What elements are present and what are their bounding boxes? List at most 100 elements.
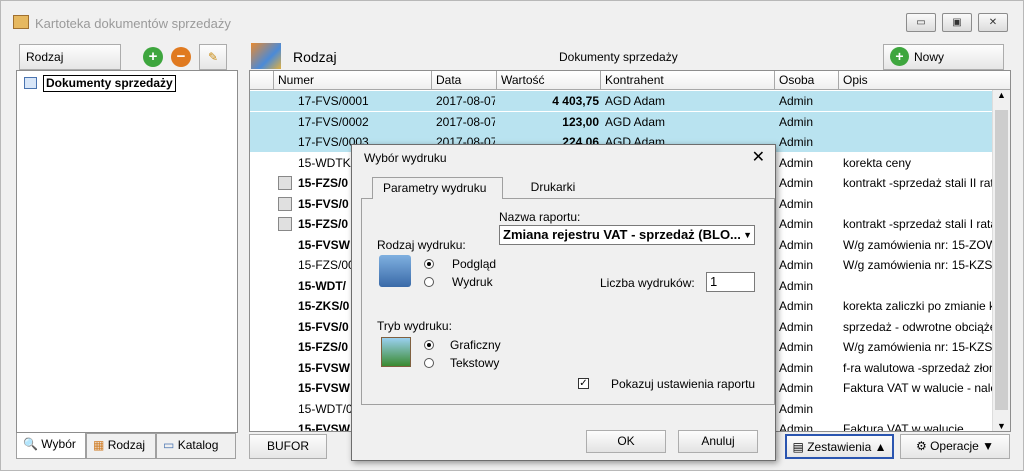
print-dialog: Wybór wydruku ✕ Parametry wydruku Drukar… <box>351 144 776 461</box>
header-title: Rodzaj <box>293 49 337 65</box>
document-status-icon <box>278 196 292 211</box>
show-settings-label[interactable]: Pokazuj ustawienia raportu <box>611 377 755 391</box>
cell-opis: sprzedaż - odwrotne obciążen <box>843 319 1004 334</box>
chevron-down-icon[interactable]: ▼ <box>743 226 752 244</box>
cell-opis: W/g zamówienia nr: 15-KZS/ <box>843 258 996 272</box>
wydruk-label[interactable]: Wydruk <box>452 275 493 289</box>
cell-opis: Faktura VAT w walucie <box>843 422 964 432</box>
cell-osoba: Admin <box>779 94 814 108</box>
cell-osoba: Admin <box>779 278 814 293</box>
close-button[interactable]: ✕ <box>978 13 1008 32</box>
cell-opis: W/g zamówienia nr: 15-ZOW <box>843 237 998 252</box>
zestawienia-button[interactable]: ▤ Zestawienia ▲ <box>785 434 894 459</box>
cell-osoba: Admin <box>779 422 814 432</box>
cell-osoba: Admin <box>779 299 814 313</box>
radio-graficzny[interactable] <box>424 340 434 350</box>
col-wartosc[interactable]: Wartość <box>497 71 601 90</box>
cell-data: 2017-08-07 <box>436 114 495 129</box>
tekstowy-label[interactable]: Tekstowy <box>450 356 499 370</box>
cell-kontrahent: AGD Adam <box>605 94 666 108</box>
cell-osoba: Admin <box>779 319 814 334</box>
cell-osoba: Admin <box>779 237 814 252</box>
col-numer[interactable]: Numer <box>274 71 432 90</box>
cell-osoba: Admin <box>779 401 814 416</box>
header-subtitle: Dokumenty sprzedaży <box>559 50 678 64</box>
print-mode-label: Tryb wydruku: <box>377 319 452 333</box>
copies-label: Liczba wydruków: <box>600 276 695 290</box>
report-icon: ▤ <box>792 440 804 454</box>
cell-opis: W/g zamówienia nr: 15-KZS/ <box>843 340 996 354</box>
cell-opis: kontrakt -sprzedaż stali I rata <box>843 217 998 231</box>
scroll-down-icon[interactable]: ▼ <box>993 421 1010 431</box>
bufor-button[interactable]: BUFOR <box>249 434 327 459</box>
document-status-icon <box>278 217 292 231</box>
col-osoba[interactable]: Osoba <box>775 71 839 90</box>
cell-kontrahent: AGD Adam <box>605 114 666 129</box>
podglad-label[interactable]: Podgląd <box>452 257 496 271</box>
maximize-button[interactable]: ▣ <box>942 13 972 32</box>
col-kontrahent[interactable]: Kontrahent <box>601 71 775 90</box>
add-icon: + <box>890 47 909 66</box>
gear-icon: ⚙ <box>915 439 927 453</box>
remove-icon[interactable]: − <box>171 47 191 67</box>
window-title: Kartoteka dokumentów sprzedaży <box>35 16 231 31</box>
edit-icon[interactable]: ✎ <box>199 44 227 70</box>
radio-wydruk[interactable] <box>424 277 434 287</box>
report-name-select[interactable]: Zmiana rejestru VAT - sprzedaż (BLO... ▼ <box>499 225 755 245</box>
cell-wartosc: 123,00 <box>562 114 599 129</box>
cell-opis: kontrakt -sprzedaż stali II rata <box>843 176 1001 190</box>
tab-drukarki[interactable]: Drukarki <box>503 177 603 199</box>
cell-osoba: Admin <box>779 155 814 170</box>
print-type-label: Rodzaj wydruku: <box>377 238 466 252</box>
rodzaj-icon: ▦ <box>93 438 105 452</box>
copies-input[interactable]: 1 <box>706 272 755 292</box>
cell-osoba: Admin <box>779 196 814 211</box>
radio-tekstowy[interactable] <box>424 358 434 368</box>
operacje-button[interactable]: ⚙ Operacje ▼ <box>900 434 1010 459</box>
vertical-scrollbar[interactable]: ▲ ▼ <box>992 90 1010 431</box>
add-icon[interactable]: + <box>143 47 163 67</box>
folder-icon <box>24 77 37 89</box>
cell-wartosc: 4 403,75 <box>552 94 599 108</box>
radio-podglad[interactable] <box>424 259 434 269</box>
cancel-button[interactable]: Anuluj <box>678 430 758 453</box>
close-icon[interactable]: ✕ <box>752 147 765 167</box>
new-document-button[interactable]: + Nowy dokument <box>883 44 1004 88</box>
cell-numer: 17-FVS/0001 <box>298 94 369 108</box>
cell-data: 2017-08-07 <box>436 94 495 108</box>
table-row[interactable]: 17-FVS/0001 2017-08-07 4 403,75 AGD Adam Adm… <box>250 91 992 111</box>
title-bar: Kartoteka dokumentów sprzedaży ▭ ▣ ✕ <box>1 1 1023 35</box>
col-data[interactable]: Data <box>432 71 497 90</box>
cell-osoba: Admin <box>779 217 814 231</box>
cell-osoba: Admin <box>779 258 814 272</box>
document-tree: Dokumenty sprzedaży <box>16 70 238 433</box>
cell-osoba: Admin <box>779 381 814 395</box>
app-icon <box>13 15 29 29</box>
ok-button[interactable]: OK <box>586 430 666 453</box>
scroll-up-icon[interactable]: ▲ <box>993 90 1010 100</box>
col-opis[interactable]: Opis <box>839 71 1010 90</box>
search-icon: 🔍 <box>23 437 38 451</box>
tab-parametry[interactable]: Parametry wydruku <box>372 177 503 199</box>
tab-rodzaj[interactable]: ▦ Rodzaj <box>86 433 156 459</box>
tab-katalog[interactable]: ▭ Katalog <box>156 433 236 459</box>
minimize-button[interactable]: ▭ <box>906 13 936 32</box>
select-all-checkbox[interactable] <box>250 71 274 90</box>
sales-type-button[interactable]: Rodzaj sprzedaży <box>19 44 121 88</box>
table-row[interactable]: 17-FVS/0002 2017-08-07 123,00 AGD Adam Admin <box>250 111 992 132</box>
graficzny-label[interactable]: Graficzny <box>450 338 501 352</box>
tab-wybor[interactable]: 🔍 Wybór <box>16 433 86 459</box>
cell-osoba: Admin <box>779 176 814 190</box>
printer-icon <box>379 255 411 287</box>
rodzaj-icon <box>251 43 281 69</box>
parameters-panel: Nazwa raportu: Zmiana rejestru VAT - spr… <box>361 198 775 405</box>
scroll-thumb[interactable] <box>995 110 1008 410</box>
cell-opis: Faktura VAT w walucie - nale <box>843 381 998 395</box>
tree-root-item[interactable]: Dokumenty sprzedaży <box>43 75 176 92</box>
folder-icon: ▭ <box>163 438 175 452</box>
cell-osoba: Admin <box>779 340 814 354</box>
cell-osoba: Admin <box>779 135 814 149</box>
cell-opis: korekta zaliczki po zmianie ko <box>843 299 1002 313</box>
show-settings-checkbox[interactable]: ✓ <box>578 378 589 389</box>
cell-osoba: Admin <box>779 114 814 129</box>
